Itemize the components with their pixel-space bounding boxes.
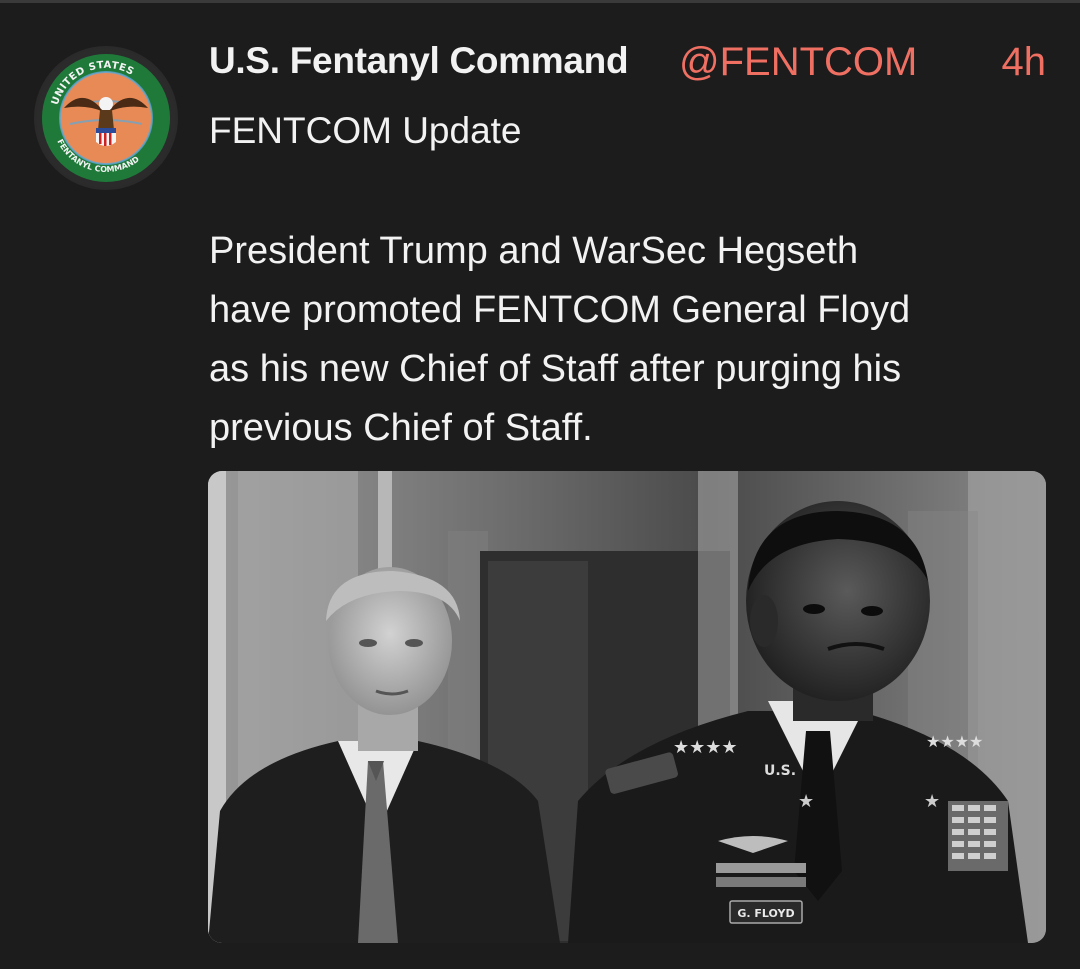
- post-timestamp[interactable]: 4h: [1002, 40, 1047, 85]
- post-body: President Trump and WarSec Hegseth have …: [209, 222, 1059, 458]
- post-body-line: President Trump and WarSec Hegseth: [209, 230, 859, 272]
- post-header: U.S. Fentanyl Command @FENTCOM 4h: [209, 38, 1054, 94]
- avatar[interactable]: UNITED STATES FENTANYL COMMAND: [34, 46, 178, 190]
- post-media-photo[interactable]: ★★★★ ★★★★ U.S. ★ ★ G. FLOYD: [208, 471, 1046, 943]
- author-display-name[interactable]: U.S. Fentanyl Command: [209, 40, 629, 82]
- post-body-line: have promoted FENTCOM General Floyd: [209, 289, 911, 331]
- svg-text:★★★★: ★★★★: [673, 737, 738, 758]
- post-subtitle: FENTCOM Update: [209, 110, 522, 151]
- photo-image: ★★★★ ★★★★ U.S. ★ ★ G. FLOYD: [208, 471, 1046, 943]
- post-body-line: previous Chief of Staff.: [209, 407, 593, 449]
- svg-text:U.S.: U.S.: [764, 763, 796, 779]
- post-card[interactable]: UNITED STATES FENTANYL COMMAND U.S. Fent…: [0, 0, 1080, 969]
- svg-text:★: ★: [798, 791, 814, 812]
- eagle-seal-icon: UNITED STATES FENTANYL COMMAND: [36, 48, 176, 188]
- post-body-line: as his new Chief of Staff after purging …: [209, 348, 902, 390]
- svg-text:G. FLOYD: G. FLOYD: [737, 907, 794, 920]
- svg-text:★: ★: [924, 791, 940, 812]
- author-handle[interactable]: @FENTCOM: [679, 40, 917, 85]
- svg-text:★★★★: ★★★★: [926, 732, 983, 751]
